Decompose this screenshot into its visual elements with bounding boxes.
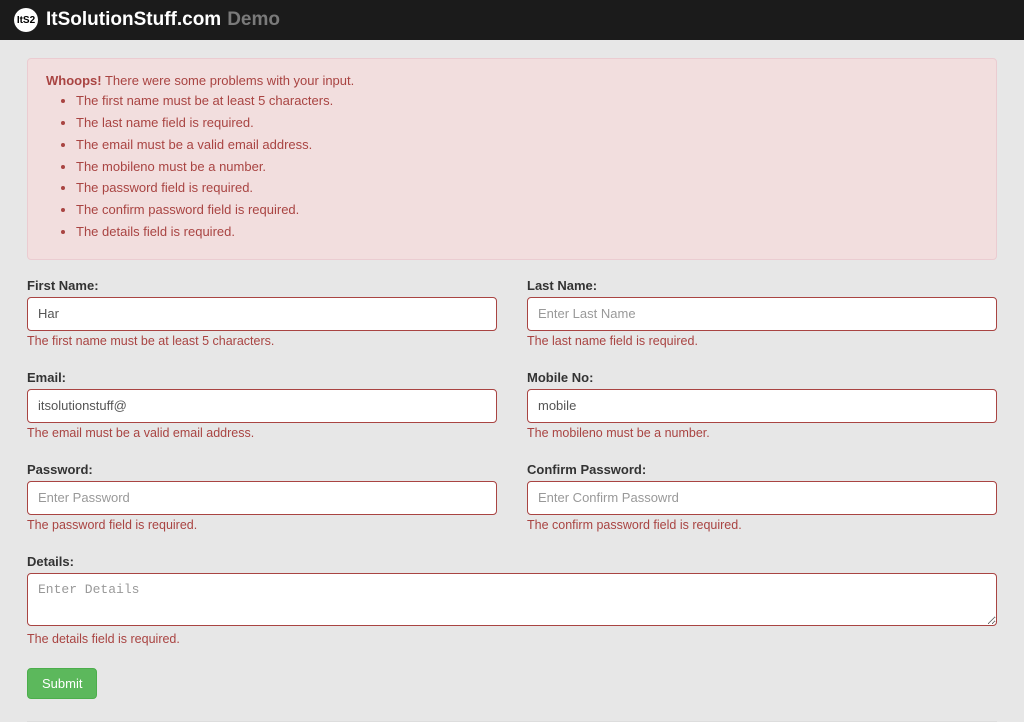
mobile-error: The mobileno must be a number. — [527, 426, 997, 440]
alert-intro: There were some problems with your input… — [102, 73, 355, 88]
password-input[interactable] — [27, 481, 497, 515]
alert-item: The password field is required. — [76, 179, 978, 198]
navbar: ItS2 ItSolutionStuff.com Demo — [0, 0, 1024, 40]
confirm-password-label: Confirm Password: — [527, 462, 997, 477]
last-name-label: Last Name: — [527, 278, 997, 293]
details-error: The details field is required. — [27, 632, 997, 646]
alert-strong: Whoops! — [46, 73, 102, 88]
brand-sub: Demo — [227, 9, 280, 31]
brand-logo-icon: ItS2 — [14, 8, 38, 32]
first-name-input[interactable] — [27, 297, 497, 331]
alert-item: The last name field is required. — [76, 114, 978, 133]
last-name-error: The last name field is required. — [527, 334, 997, 348]
confirm-password-input[interactable] — [527, 481, 997, 515]
first-name-error: The first name must be at least 5 charac… — [27, 334, 497, 348]
details-textarea[interactable] — [27, 573, 997, 625]
email-input[interactable] — [27, 389, 497, 423]
details-label: Details: — [27, 554, 997, 569]
last-name-input[interactable] — [527, 297, 997, 331]
alert-item: The confirm password field is required. — [76, 201, 978, 220]
first-name-label: First Name: — [27, 278, 497, 293]
email-error: The email must be a valid email address. — [27, 426, 497, 440]
submit-button[interactable]: Submit — [27, 668, 97, 699]
alert-item: The first name must be at least 5 charac… — [76, 92, 978, 111]
confirm-password-error: The confirm password field is required. — [527, 518, 997, 532]
password-error: The password field is required. — [27, 518, 497, 532]
alert-item: The details field is required. — [76, 223, 978, 242]
mobile-label: Mobile No: — [527, 370, 997, 385]
alert-item: The mobileno must be a number. — [76, 158, 978, 177]
error-alert: Whoops! There were some problems with yo… — [27, 58, 997, 260]
email-label: Email: — [27, 370, 497, 385]
alert-list: The first name must be at least 5 charac… — [76, 92, 978, 242]
alert-item: The email must be a valid email address. — [76, 136, 978, 155]
password-label: Password: — [27, 462, 497, 477]
mobile-input[interactable] — [527, 389, 997, 423]
brand-title: ItSolutionStuff.com — [46, 9, 221, 31]
